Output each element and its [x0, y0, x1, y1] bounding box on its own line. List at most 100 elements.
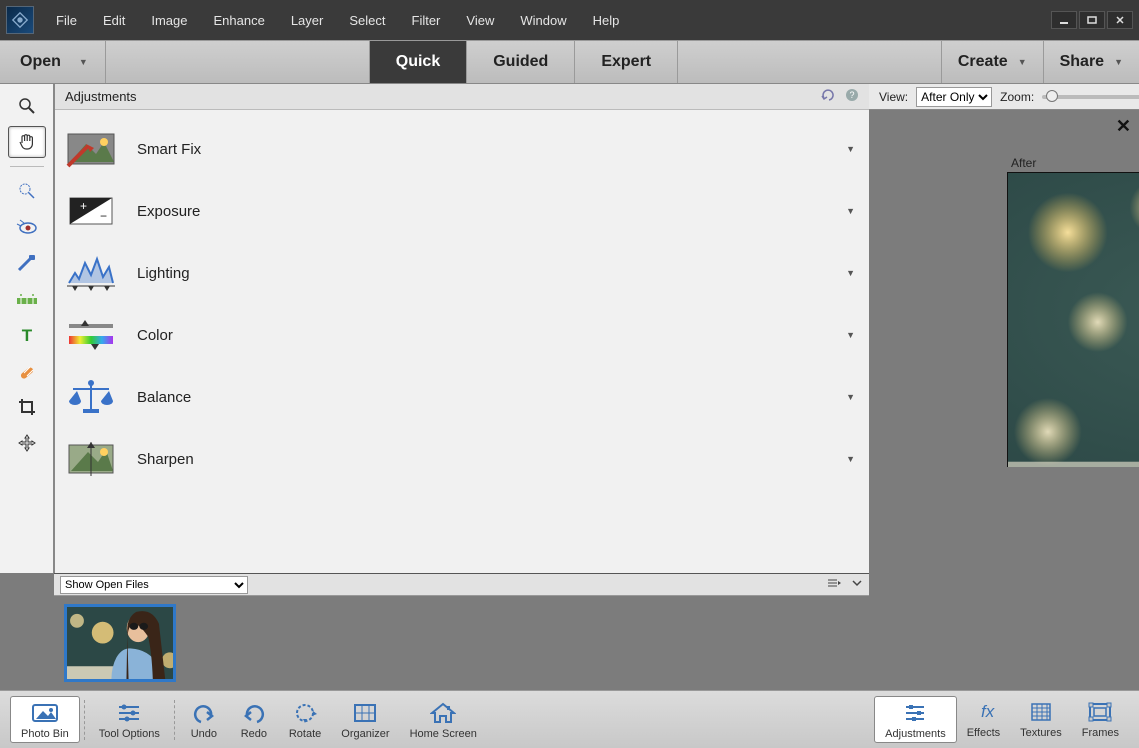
view-select[interactable]: After Only — [916, 87, 992, 107]
bb-rotate[interactable]: Rotate — [279, 697, 331, 742]
spot-heal-tool[interactable] — [8, 355, 46, 387]
menu-enhance[interactable]: Enhance — [204, 7, 275, 34]
bb-home-screen[interactable]: Home Screen — [400, 697, 487, 742]
reset-icon[interactable] — [821, 88, 837, 105]
adj-sharpen[interactable]: Sharpen ▼ — [55, 428, 869, 490]
view-label: View: — [879, 90, 908, 104]
adj-exposure[interactable]: +− Exposure ▼ — [55, 180, 869, 242]
bb-effects[interactable]: fx Effects — [957, 696, 1010, 743]
canvas[interactable]: ✕ After — [869, 110, 1139, 467]
tab-guided[interactable]: Guided — [466, 41, 574, 83]
zoom-tool[interactable] — [8, 90, 46, 122]
bb-sep — [84, 700, 85, 740]
lighting-icon — [65, 253, 117, 293]
move-tool[interactable] — [8, 427, 46, 459]
menu-items: File Edit Image Enhance Layer Select Fil… — [46, 7, 629, 34]
maximize-button[interactable] — [1079, 11, 1105, 29]
bb-redo[interactable]: Redo — [229, 697, 279, 742]
share-menu[interactable]: Share ▼ — [1043, 41, 1139, 83]
mode-tabs: Quick Guided Expert — [369, 41, 678, 83]
tab-quick[interactable]: Quick — [369, 41, 466, 83]
bb-label: Textures — [1020, 727, 1062, 739]
adj-label: Balance — [137, 389, 191, 406]
zoom-slider[interactable] — [1042, 95, 1139, 99]
bin-collapse-icon[interactable] — [851, 577, 863, 592]
undo-icon — [189, 699, 219, 727]
modebar: Open ▼ Quick Guided Expert Create▼ Share… — [0, 40, 1139, 84]
photo-bin-bar: Show Open Files — [54, 574, 869, 596]
chevron-down-icon: ▼ — [79, 57, 88, 67]
bb-label: Effects — [967, 727, 1000, 739]
open-button[interactable]: Open ▼ — [0, 41, 106, 83]
menu-file[interactable]: File — [46, 7, 87, 34]
smartfix-icon — [65, 129, 117, 169]
image-frame — [1007, 172, 1139, 467]
adj-lighting[interactable]: Lighting ▼ — [55, 242, 869, 304]
hand-tool[interactable] — [8, 126, 46, 158]
menu-window[interactable]: Window — [510, 7, 576, 34]
close-document-icon[interactable]: ✕ — [1116, 116, 1131, 137]
bb-organizer[interactable]: Organizer — [331, 697, 399, 742]
exposure-icon: +− — [65, 191, 117, 231]
minimize-button[interactable] — [1051, 11, 1077, 29]
thumbnail[interactable] — [64, 604, 176, 682]
straighten-tool[interactable] — [8, 283, 46, 315]
type-tool[interactable]: T — [8, 319, 46, 351]
menu-filter[interactable]: Filter — [402, 7, 451, 34]
quick-select-tool[interactable] — [8, 175, 46, 207]
adj-label: Lighting — [137, 265, 190, 282]
svg-text:?: ? — [849, 90, 854, 100]
options-bar: View: After Only Zoom: 13% — [869, 84, 1139, 110]
create-menu[interactable]: Create▼ — [941, 41, 1043, 83]
bb-adjustments[interactable]: Adjustments — [874, 696, 957, 743]
bb-textures[interactable]: Textures — [1010, 696, 1072, 743]
bb-label: Organizer — [341, 728, 389, 740]
tool-separator — [10, 166, 44, 167]
zoom-thumb[interactable] — [1046, 90, 1058, 102]
menu-edit[interactable]: Edit — [93, 7, 135, 34]
panel-header: Adjustments ? — [55, 84, 869, 110]
close-button[interactable] — [1107, 11, 1133, 29]
window-controls — [1051, 11, 1133, 29]
bb-label: Tool Options — [99, 728, 160, 740]
menu-select[interactable]: Select — [339, 7, 395, 34]
bin-settings-icon[interactable] — [827, 577, 841, 592]
redeye-tool[interactable] — [8, 211, 46, 243]
photo-bin-icon — [30, 699, 60, 727]
photo-bin-select[interactable]: Show Open Files — [60, 576, 248, 594]
create-label: Create — [958, 53, 1008, 71]
bb-tool-options[interactable]: Tool Options — [89, 697, 170, 742]
effects-icon: fx — [968, 698, 998, 726]
adjustments-icon — [900, 699, 930, 727]
tab-expert-label: Expert — [601, 53, 651, 71]
chevron-down-icon: ▼ — [846, 268, 855, 278]
adj-label: Sharpen — [137, 451, 194, 468]
bb-frames[interactable]: Frames — [1072, 696, 1129, 743]
menu-view[interactable]: View — [456, 7, 504, 34]
home-icon — [428, 699, 458, 727]
app-icon — [6, 6, 34, 34]
chevron-down-icon: ▼ — [1114, 57, 1123, 67]
help-icon[interactable]: ? — [845, 88, 859, 105]
chevron-down-icon: ▼ — [846, 206, 855, 216]
tool-options-icon — [114, 699, 144, 727]
adj-color[interactable]: Color ▼ — [55, 304, 869, 366]
adjustments-list: Smart Fix ▼ +− Exposure ▼ Lighting ▼ Col… — [55, 110, 869, 498]
bb-undo[interactable]: Undo — [179, 697, 229, 742]
after-label: After — [1011, 156, 1036, 170]
svg-text:−: − — [100, 209, 107, 223]
share-label: Share — [1060, 53, 1104, 71]
bb-photo-bin[interactable]: Photo Bin — [10, 696, 80, 743]
menu-help[interactable]: Help — [583, 7, 630, 34]
svg-text:fx: fx — [981, 702, 995, 721]
bb-label: Adjustments — [885, 728, 946, 740]
adj-smartfix[interactable]: Smart Fix ▼ — [55, 118, 869, 180]
menu-image[interactable]: Image — [141, 7, 197, 34]
tab-guided-label: Guided — [493, 53, 548, 71]
whiten-teeth-tool[interactable] — [8, 247, 46, 279]
menu-layer[interactable]: Layer — [281, 7, 334, 34]
adj-balance[interactable]: Balance ▼ — [55, 366, 869, 428]
rotate-icon — [290, 699, 320, 727]
crop-tool[interactable] — [8, 391, 46, 423]
tab-expert[interactable]: Expert — [574, 41, 678, 83]
